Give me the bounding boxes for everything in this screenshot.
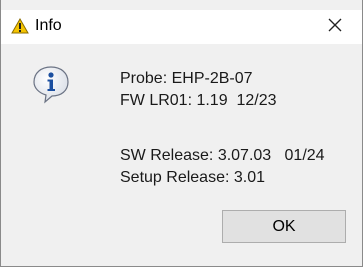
dialog-body: Probe: EHP-2B-07 FW LR01: 1.19 12/23 SW …: [1, 44, 362, 266]
close-icon: [327, 17, 343, 38]
ok-button[interactable]: OK: [222, 210, 346, 243]
warning-icon: [11, 17, 29, 34]
dialog-titlebar[interactable]: Info: [1, 10, 362, 44]
close-button[interactable]: [317, 14, 353, 40]
info-icon: [31, 64, 71, 104]
probe-text: Probe: EHP-2B-07: [120, 70, 253, 87]
firmware-text: FW LR01: 1.19 12/23: [120, 92, 277, 109]
sw-release-text: SW Release: 3.07.03 01/24: [120, 147, 325, 164]
dialog-title: Info: [35, 17, 62, 34]
setup-release-text: Setup Release: 3.01: [120, 169, 265, 186]
info-dialog: Info Probe: EHP-2B-07 FW LR01: 1.19 12/2…: [0, 0, 363, 267]
